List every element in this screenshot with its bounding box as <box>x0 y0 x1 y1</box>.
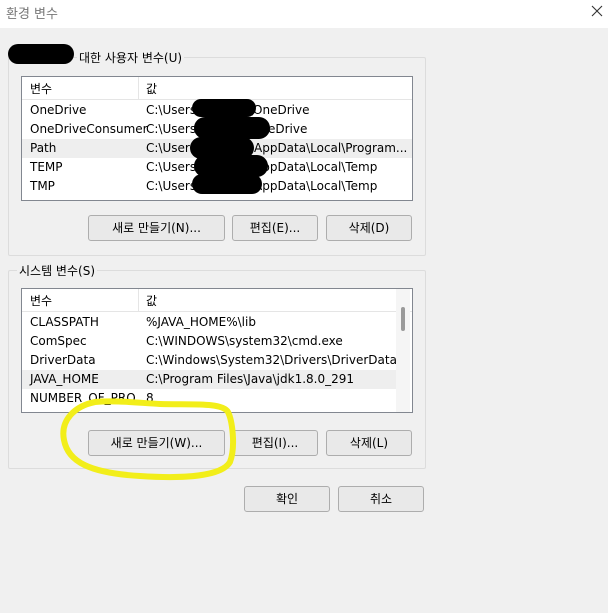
title-bar: 환경 변수 <box>0 0 608 28</box>
table-row[interactable]: NUMBER_OF_PRO... 8 <box>22 389 396 408</box>
vertical-scrollbar[interactable] <box>396 289 410 412</box>
redaction-mark <box>194 117 270 139</box>
variable-value: 8 <box>146 391 154 405</box>
variable-value: C:\Windows\System32\Drivers\DriverData <box>146 353 397 367</box>
table-row[interactable]: JAVA_HOME C:\Program Files\Java\jdk1.8.0… <box>22 370 396 389</box>
variable-value: C:\Users <box>146 160 197 174</box>
user-variables-list[interactable]: 변수 값 OneDrive C:\Users \OneDrive OneDriv… <box>21 76 413 201</box>
variable-value: C:\Users <box>146 122 197 136</box>
variable-value: %JAVA_HOME%\lib <box>146 315 256 329</box>
scrollbar-thumb[interactable] <box>401 307 405 331</box>
variable-name: TEMP <box>30 160 63 174</box>
variable-value: C:\Users <box>146 103 197 117</box>
user-edit-button[interactable]: 편집(E)... <box>232 215 318 241</box>
variable-value-tail: \OneDrive <box>249 103 310 117</box>
variable-name: OneDrive <box>30 103 87 117</box>
variable-value: C:\Users <box>146 179 197 193</box>
variable-value: C:\WINDOWS\system32\cmd.exe <box>146 334 343 348</box>
variable-value-tail: AppData\Local\Program... <box>254 141 408 155</box>
column-header-value[interactable]: 값 <box>146 292 157 309</box>
variable-name: NUMBER_OF_PRO... <box>30 391 147 405</box>
variable-name: DriverData <box>30 353 96 367</box>
window-title: 환경 변수 <box>6 7 58 22</box>
list-header: 변수 값 <box>22 77 412 100</box>
system-new-button[interactable]: 새로 만들기(W)... <box>88 430 225 456</box>
table-row[interactable]: CLASSPATH %JAVA_HOME%\lib <box>22 313 396 332</box>
user-new-button[interactable]: 새로 만들기(N)... <box>88 215 225 241</box>
variable-value: C:\Users <box>146 141 197 155</box>
user-delete-button[interactable]: 삭제(D) <box>326 215 412 241</box>
system-delete-button[interactable]: 삭제(L) <box>326 430 412 456</box>
system-variables-list[interactable]: 변수 값 CLASSPATH %JAVA_HOME%\lib ComSpec C… <box>21 288 413 413</box>
list-header: 변수 값 <box>22 289 412 312</box>
redaction-mark <box>8 44 74 64</box>
variable-value: C:\Program Files\Java\jdk1.8.0_291 <box>146 372 355 386</box>
variable-name: CLASSPATH <box>30 315 99 329</box>
redaction-mark <box>192 99 256 117</box>
variable-value-tail: eDrive <box>268 122 308 136</box>
variable-name: TMP <box>30 179 55 193</box>
ok-button[interactable]: 확인 <box>244 486 330 512</box>
column-header-variable[interactable]: 변수 <box>30 80 52 97</box>
variable-name: JAVA_HOME <box>30 372 99 386</box>
user-variables-label: 대한 사용자 변수(U) <box>77 49 185 66</box>
variable-name: ComSpec <box>30 334 87 348</box>
variable-value-tail: \AppData\Local\Temp <box>250 160 378 174</box>
table-row[interactable]: DriverData C:\Windows\System32\Drivers\D… <box>22 351 397 370</box>
table-row[interactable]: ComSpec C:\WINDOWS\system32\cmd.exe <box>22 332 396 351</box>
system-edit-button[interactable]: 편집(I)... <box>232 430 318 456</box>
variable-name: Path <box>30 141 57 155</box>
variable-name: OneDriveConsumer <box>30 122 148 136</box>
column-header-variable[interactable]: 변수 <box>30 292 52 309</box>
variable-value-tail: \AppData\Local\Temp <box>250 179 378 193</box>
redaction-mark <box>192 174 262 194</box>
column-header-value[interactable]: 값 <box>146 80 157 97</box>
close-icon[interactable] <box>590 4 606 20</box>
system-variables-label: 시스템 변수(S) <box>17 262 97 279</box>
cancel-button[interactable]: 취소 <box>338 486 424 512</box>
